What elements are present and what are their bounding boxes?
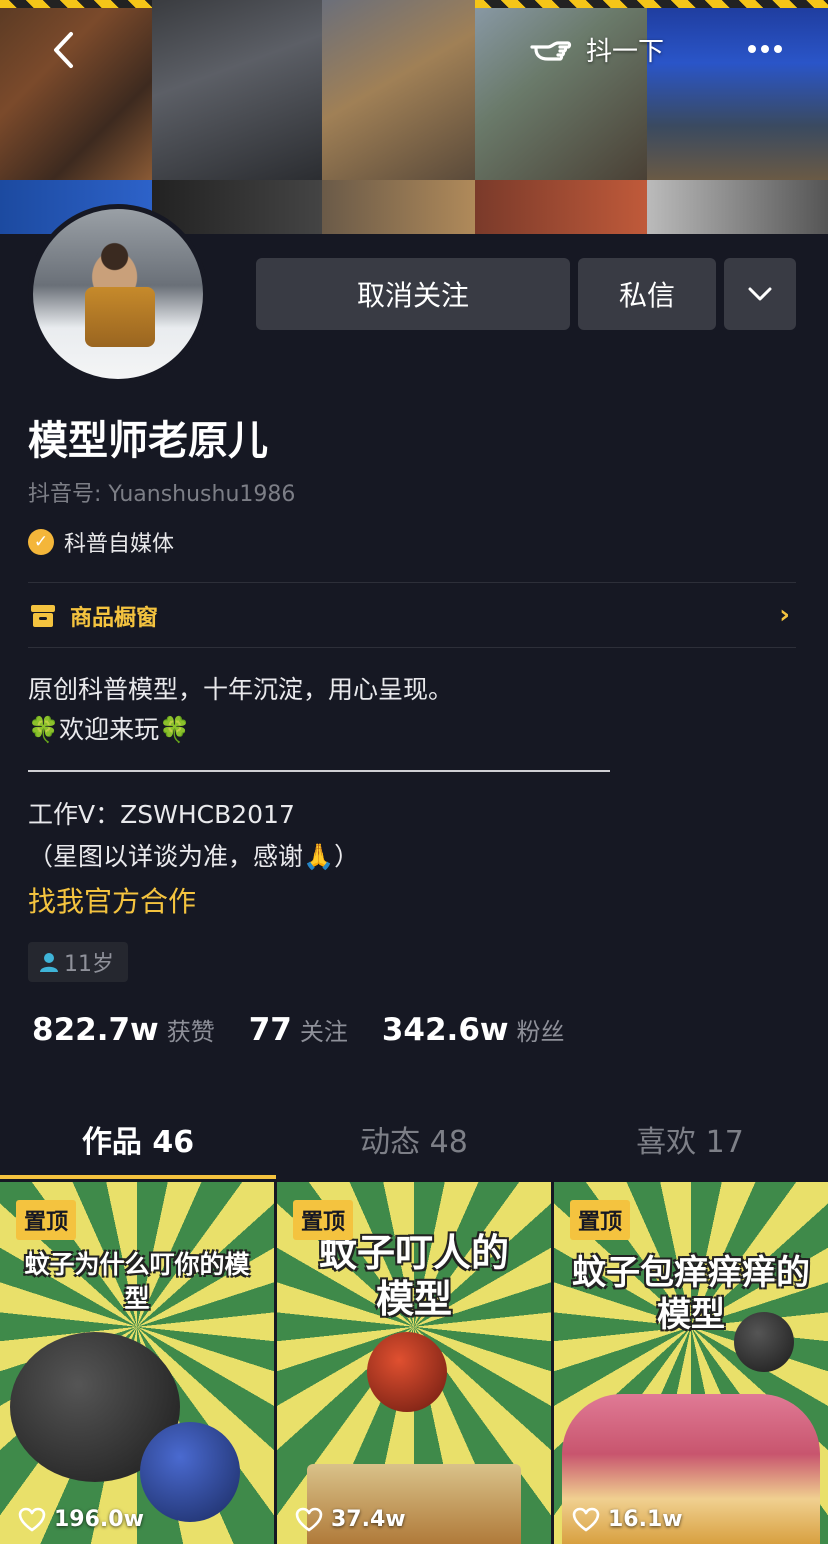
- bio-line: 原创科普模型，十年沉淀，用心呈现。: [28, 675, 454, 704]
- back-arrow-icon: [54, 32, 73, 68]
- contact-line: 工作V：ZSWHCB2017: [28, 800, 295, 829]
- bio-separator-line: [28, 770, 610, 772]
- cover-photo-owl-model: [322, 0, 475, 180]
- active-tab-indicator: [0, 1175, 276, 1179]
- followers-count: 342.6w: [381, 1012, 509, 1048]
- cover-photo-strip: [647, 180, 828, 234]
- shop-window-link[interactable]: 商品橱窗 ›: [28, 584, 796, 648]
- likes-count: 16.1w: [608, 1507, 683, 1532]
- mosquito-model-image: [367, 1332, 447, 1412]
- video-thumbnail[interactable]: 蚊子叮人的模型 置顶 37.4w: [277, 1182, 551, 1544]
- pinned-badge: 置顶: [293, 1200, 354, 1240]
- verification-label: 科普自媒体: [64, 532, 175, 557]
- video-grid: 蚊子为什么叮你的模型 置顶 196.0w 蚊子叮人的模型 置顶 37.4w 蚊子…: [0, 1182, 828, 1544]
- verification-badge: ✓ 科普自媒体: [28, 526, 174, 558]
- divider: [28, 647, 796, 648]
- verified-check-icon: ✓: [28, 529, 54, 555]
- profile-name: 模型师老原儿: [28, 418, 268, 464]
- contact-line: （星图以详谈为准，感谢🙏）: [28, 842, 360, 871]
- heart-outline-icon: [18, 1507, 46, 1532]
- cover-photo-tree-model: [647, 0, 828, 180]
- cover-photo-strip: [322, 180, 475, 234]
- video-caption: 蚊子叮人的模型: [318, 1231, 509, 1321]
- video-likes: 196.0w: [18, 1507, 144, 1532]
- unfollow-button[interactable]: 取消关注: [256, 258, 570, 330]
- hazard-stripe-decoration: [475, 0, 828, 8]
- chevron-right-icon: ›: [779, 600, 790, 630]
- following-label: 关注: [299, 1018, 348, 1046]
- following-stat[interactable]: 77 关注: [249, 1012, 348, 1048]
- following-count: 77: [248, 1012, 292, 1048]
- pinned-badge: 置顶: [16, 1200, 77, 1240]
- profile-cover-banner[interactable]: [0, 0, 828, 234]
- video-likes: 16.1w: [572, 1507, 683, 1532]
- likes-count: 822.7w: [32, 1012, 159, 1048]
- message-button[interactable]: 私信: [578, 258, 716, 330]
- heart-outline-icon: [295, 1507, 323, 1532]
- content-tabs: 作品 46 动态 48 喜欢 17: [0, 1098, 828, 1180]
- stats-row: 822.7w 获赞 77 关注 342.6w 粉丝: [32, 1012, 599, 1048]
- followers-stat[interactable]: 342.6w 粉丝: [382, 1012, 565, 1048]
- cover-photo-insect-model: [152, 0, 322, 180]
- likes-stat: 822.7w 获赞: [32, 1012, 215, 1048]
- person-icon: [40, 953, 58, 972]
- likes-count: 37.4w: [331, 1507, 406, 1532]
- hazard-stripe-decoration: [0, 0, 152, 8]
- avatar[interactable]: [28, 204, 208, 384]
- douyin-id: 抖音号: Yuanshushu1986: [28, 482, 296, 507]
- soil-model-image: [307, 1464, 521, 1544]
- likes-count: 196.0w: [54, 1507, 144, 1532]
- mosquito-model-image: [140, 1422, 240, 1522]
- tab-posts[interactable]: 动态 48: [276, 1098, 552, 1180]
- likes-label: 获赞: [166, 1018, 215, 1046]
- tab-likes[interactable]: 喜欢 17: [552, 1098, 828, 1180]
- tab-works[interactable]: 作品 46: [0, 1098, 276, 1180]
- video-likes: 37.4w: [295, 1507, 406, 1532]
- more-dots-icon: [748, 45, 782, 53]
- divider: [28, 582, 796, 583]
- shake-label: 抖一下: [586, 36, 665, 67]
- recommend-dropdown-button[interactable]: [724, 258, 796, 330]
- unfollow-label: 取消关注: [356, 279, 469, 312]
- video-caption: 蚊子包痒痒痒的模型: [572, 1253, 810, 1335]
- shop-window-label: 商品橱窗: [70, 606, 159, 631]
- shop-icon: [31, 605, 55, 627]
- heart-outline-icon: [572, 1507, 600, 1532]
- official-cooperation-link[interactable]: 找我官方合作: [28, 880, 196, 920]
- video-caption: 蚊子为什么叮你的模型: [24, 1250, 250, 1313]
- back-button[interactable]: [44, 30, 84, 70]
- cover-photo-leather-goods: [0, 0, 152, 180]
- pointing-hand-icon: [530, 41, 572, 61]
- shake-button[interactable]: 抖一下: [528, 24, 664, 74]
- chevron-down-icon: [748, 287, 772, 301]
- video-thumbnail[interactable]: 蚊子包痒痒痒的模型 置顶 16.1w: [554, 1182, 828, 1544]
- video-thumbnail[interactable]: 蚊子为什么叮你的模型 置顶 196.0w: [0, 1182, 274, 1544]
- more-options-button[interactable]: [744, 28, 786, 70]
- followers-label: 粉丝: [516, 1018, 565, 1046]
- age-label: 11岁: [64, 952, 114, 977]
- message-label: 私信: [618, 279, 675, 312]
- cover-photo-strip: [475, 180, 647, 234]
- pinned-badge: 置顶: [570, 1200, 631, 1240]
- age-tag: 11岁: [28, 942, 128, 982]
- bio-line: 🍀欢迎来玩🍀: [28, 715, 191, 744]
